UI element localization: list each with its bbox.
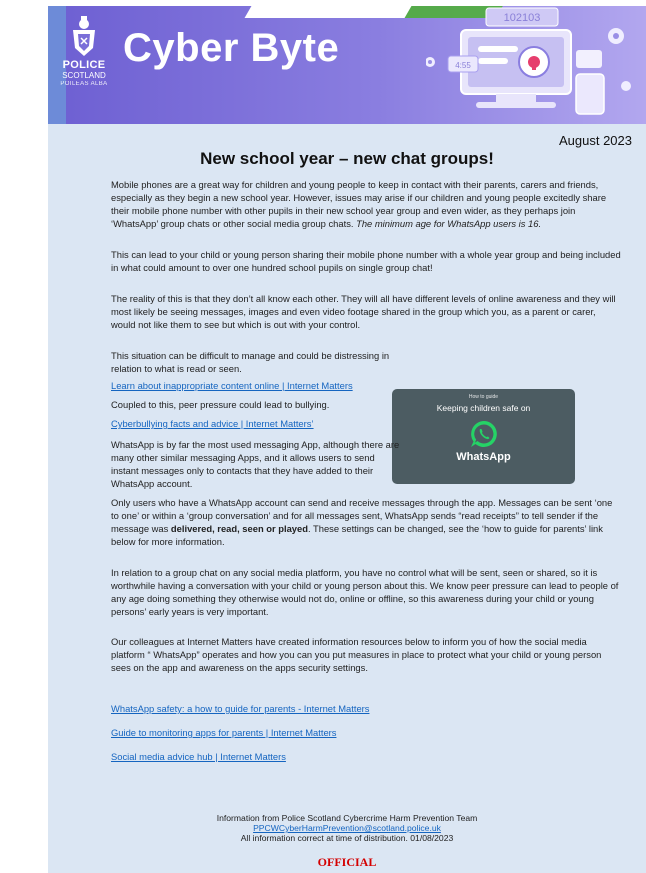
minimum-age-note: The minimum age for WhatsApp users is 16… [356, 218, 542, 229]
logo-poileas-text: POILEAS ALBA [60, 81, 108, 87]
logo-scotland-text: SCOTLAND [62, 71, 106, 80]
screen-number-text: 102103 [504, 12, 541, 24]
paragraph-difficult: This situation can be difficult to manag… [111, 350, 390, 374]
intro-paragraph: Mobile phones are a great way for childr… [111, 178, 621, 230]
footer-correct-text: All information correct at time of distr… [240, 833, 454, 843]
paragraph-reality: The reality of this is that they don’t a… [111, 293, 616, 330]
mini-number-text: 4:55 [455, 61, 471, 70]
link-inappropriate-content[interactable]: Learn about inappropriate content online… [111, 380, 353, 391]
link-whatsapp-safety-guide[interactable]: WhatsApp safety: a how to guide for pare… [111, 703, 369, 714]
link-monitoring-apps-guide[interactable]: Guide to monitoring apps for parents | I… [111, 727, 336, 738]
paragraph-peer-pressure: Coupled to this, peer pressure could lea… [111, 399, 330, 410]
footer-email-link[interactable]: PPCWCyberHarmPrevention@scotland.police.… [48, 823, 646, 833]
white-corner-tab [244, 6, 412, 18]
computer-security-illustration: 102103 4:55 [426, 7, 631, 115]
footer: Information from Police Scotland Cybercr… [48, 813, 646, 843]
header-banner: POLICE SCOTLAND POILEAS ALBA Cyber Byte … [48, 6, 646, 124]
newsletter-page: POLICE SCOTLAND POILEAS ALBA Cyber Byte … [48, 6, 646, 873]
logo-police-text: POLICE [62, 59, 106, 71]
paragraph-whatsapp-most-used: WhatsApp is by far the most used messagi… [111, 438, 621, 490]
paragraph-group-chat: In relation to a group chat on any socia… [111, 567, 619, 617]
link-cyberbullying[interactable]: Cyberbullying facts and advice | Interne… [111, 418, 314, 429]
paragraph-internet-matters: Our colleagues at Internet Matters have … [111, 636, 602, 673]
paragraph-read-receipts: Only users who have a WhatsApp account c… [111, 496, 621, 548]
footer-source-text: Information from Police Scotland Cybercr… [216, 813, 478, 823]
police-scotland-logo: POLICE SCOTLAND POILEAS ALBA [58, 16, 110, 89]
link-social-media-hub[interactable]: Social media advice hub | Internet Matte… [111, 751, 286, 762]
police-crest-icon [73, 16, 95, 56]
whatsapp-most-used-text: WhatsApp is by far the most used messagi… [111, 439, 400, 489]
card-heading: Keeping children safe on [436, 403, 531, 413]
issue-date: August 2023 [558, 133, 632, 148]
official-marking: OFFICIAL [317, 855, 377, 869]
card-how-to-text: How to guide [468, 394, 499, 400]
paragraph-year-group: This can lead to your child or young per… [111, 249, 621, 273]
headline: New school year – new chat groups! [200, 149, 494, 168]
read-receipts-bold: delivered, read, seen or played [170, 523, 308, 534]
cyber-byte-title: Cyber Byte [123, 26, 340, 70]
